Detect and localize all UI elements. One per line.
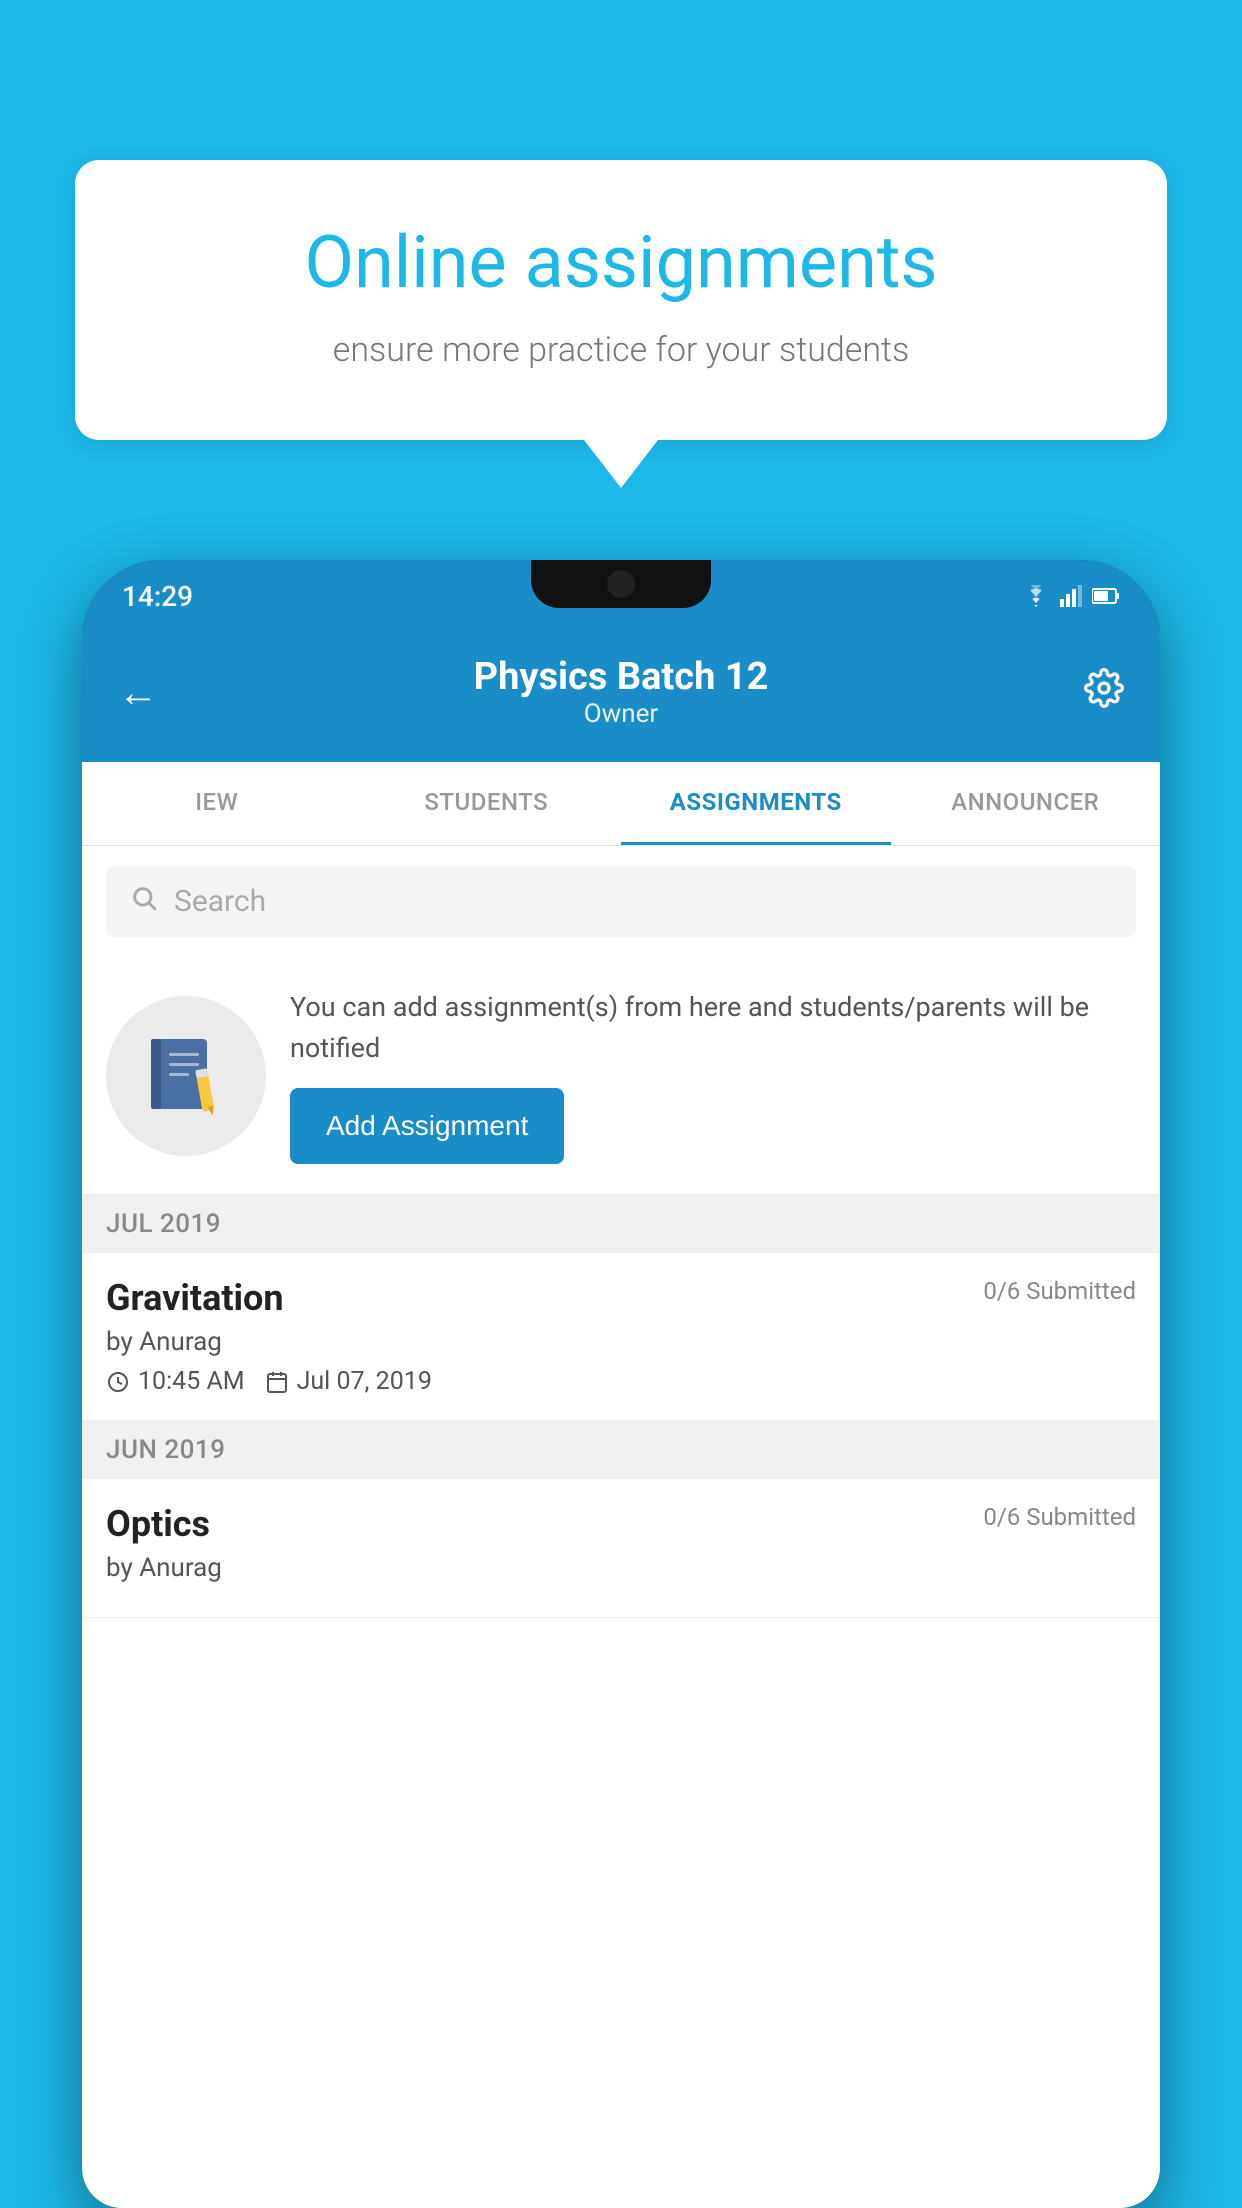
signal-icon [1060, 585, 1082, 607]
assignment-meta: 10:45 AM Jul 07, 2019 [106, 1367, 1136, 1396]
section-header-jul: JUL 2019 [82, 1195, 1160, 1253]
search-icon [130, 884, 158, 919]
status-time: 14:29 [122, 580, 193, 613]
assignment-item-optics[interactable]: Optics 0/6 Submitted by Anurag [82, 1479, 1160, 1618]
optics-submitted: 0/6 Submitted [983, 1503, 1136, 1531]
tab-assignments[interactable]: ASSIGNMENTS [621, 762, 891, 845]
clock-icon [106, 1370, 130, 1394]
add-assignment-button[interactable]: Add Assignment [290, 1088, 564, 1164]
page-title: Physics Batch 12 [474, 655, 769, 699]
speech-bubble-title: Online assignments [145, 220, 1097, 306]
top-bar-center: Physics Batch 12 Owner [474, 655, 769, 729]
wifi-icon [1022, 585, 1050, 607]
phone-shell: 14:29 [82, 560, 1160, 2208]
page-subtitle: Owner [474, 699, 769, 729]
back-button[interactable]: ← [118, 669, 158, 716]
assignment-top: Gravitation 0/6 Submitted [106, 1277, 1136, 1319]
assignment-top-optics: Optics 0/6 Submitted [106, 1503, 1136, 1545]
assignment-by: by Anurag [106, 1327, 1136, 1357]
time-value: 10:45 AM [138, 1367, 245, 1396]
speech-bubble: Online assignments ensure more practice … [75, 160, 1167, 440]
promo-section: You can add assignment(s) from here and … [82, 957, 1160, 1195]
tab-iew[interactable]: IEW [82, 762, 352, 845]
settings-button[interactable] [1084, 668, 1124, 717]
assignment-time: 10:45 AM [106, 1367, 245, 1396]
promo-text: You can add assignment(s) from here and … [290, 987, 1136, 1164]
date-value: Jul 07, 2019 [297, 1367, 432, 1396]
assignment-name: Gravitation [106, 1277, 284, 1319]
gear-icon [1084, 668, 1124, 708]
assignment-item-gravitation[interactable]: Gravitation 0/6 Submitted by Anurag 10:4… [82, 1253, 1160, 1421]
notebook-icon [141, 1031, 231, 1121]
battery-icon [1092, 587, 1120, 605]
status-icons [1022, 585, 1120, 607]
search-input-wrap[interactable]: Search [106, 866, 1136, 937]
optics-name: Optics [106, 1503, 210, 1545]
top-bar: ← Physics Batch 12 Owner [82, 632, 1160, 762]
tab-students[interactable]: STUDENTS [352, 762, 622, 845]
optics-by: by Anurag [106, 1553, 1136, 1583]
promo-description: You can add assignment(s) from here and … [290, 987, 1136, 1068]
speech-bubble-subtitle: ensure more practice for your students [145, 330, 1097, 370]
search-placeholder: Search [174, 884, 266, 919]
phone-notch [531, 560, 711, 608]
promo-icon [106, 996, 266, 1156]
tab-announcements[interactable]: ANNOUNCER [891, 762, 1161, 845]
section-header-jun: JUN 2019 [82, 1421, 1160, 1479]
tabs: IEW STUDENTS ASSIGNMENTS ANNOUNCER [82, 762, 1160, 846]
search-bar: Search [82, 846, 1160, 957]
calendar-icon [265, 1370, 289, 1394]
assignment-submitted: 0/6 Submitted [983, 1277, 1136, 1305]
phone-screen: ← Physics Batch 12 Owner IEW STUDENTS AS… [82, 632, 1160, 2208]
assignment-date: Jul 07, 2019 [265, 1367, 432, 1396]
